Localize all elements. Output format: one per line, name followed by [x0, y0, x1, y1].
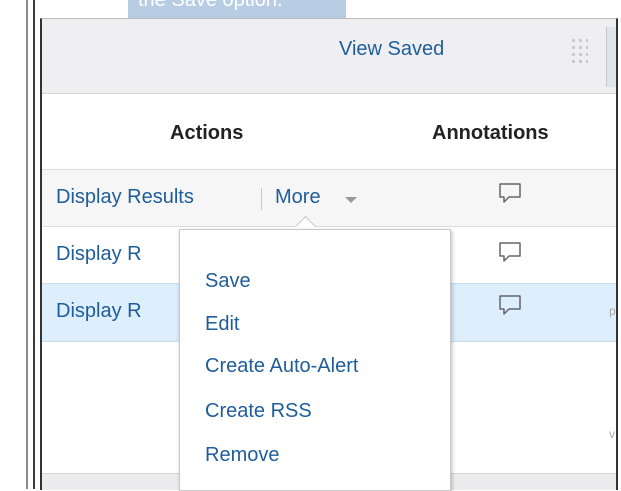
- action-separator: [261, 188, 262, 210]
- view-saved-link[interactable]: View Saved: [339, 38, 444, 61]
- menu-item-save[interactable]: Save: [205, 270, 251, 293]
- cut-off-text: v: [609, 427, 615, 441]
- column-header-annotations: Annotations: [432, 122, 549, 144]
- comment-icon[interactable]: [498, 241, 522, 263]
- menu-item-remove[interactable]: Remove: [205, 444, 279, 467]
- highlighted-text-snippet: the Save option.: [128, 0, 346, 20]
- comment-icon[interactable]: [498, 294, 522, 316]
- cut-off-text: p: [609, 304, 616, 318]
- window-edge-inner: [33, 0, 35, 489]
- window-edge-outer: [26, 0, 28, 489]
- more-dropdown-menu: Save Edit Create Auto-Alert Create RSS R…: [179, 229, 451, 491]
- table-row: Display Results More: [42, 169, 616, 227]
- menu-item-create-auto-alert[interactable]: Create Auto-Alert: [205, 355, 358, 378]
- menu-item-edit[interactable]: Edit: [205, 313, 239, 336]
- grip-icon[interactable]: [570, 37, 588, 63]
- display-results-link[interactable]: Display R: [56, 243, 142, 266]
- caret-down-icon[interactable]: [345, 197, 357, 203]
- comment-icon[interactable]: [498, 182, 522, 204]
- panel-header: View Saved: [42, 19, 616, 94]
- column-header-actions: Actions: [170, 122, 244, 144]
- menu-item-create-rss[interactable]: Create RSS: [205, 400, 312, 423]
- display-results-link[interactable]: Display Results: [56, 186, 194, 209]
- display-results-link[interactable]: Display R: [56, 300, 142, 323]
- panel-edge-sliver: [606, 27, 616, 87]
- highlighted-text: the Save option.: [138, 0, 283, 11]
- more-dropdown-button[interactable]: More: [275, 186, 321, 209]
